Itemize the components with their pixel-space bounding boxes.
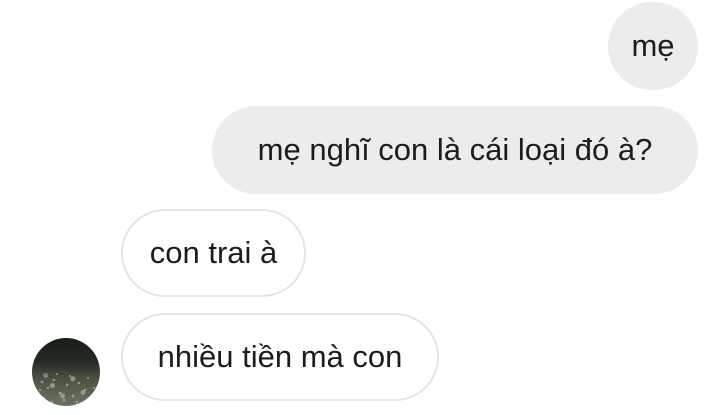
outgoing-message-bubble[interactable]: mẹ bbox=[608, 2, 698, 90]
message-text: con trai à bbox=[149, 235, 278, 270]
contact-avatar[interactable] bbox=[32, 338, 100, 406]
outgoing-message-bubble[interactable]: mẹ nghĩ con là cái loại đó à? bbox=[212, 106, 698, 194]
incoming-message-bubble[interactable]: con trai à bbox=[121, 209, 306, 297]
avatar-photo-icon bbox=[38, 373, 96, 404]
message-text: mẹ nghĩ con là cái loại đó à? bbox=[257, 132, 653, 167]
chat-thread: mẹ mẹ nghĩ con là cái loại đó à? con tra… bbox=[0, 0, 720, 415]
message-text: nhiều tiền mà con bbox=[157, 339, 403, 374]
incoming-message-bubble[interactable]: nhiều tiền mà con bbox=[121, 313, 439, 401]
message-text: mẹ bbox=[631, 28, 675, 63]
